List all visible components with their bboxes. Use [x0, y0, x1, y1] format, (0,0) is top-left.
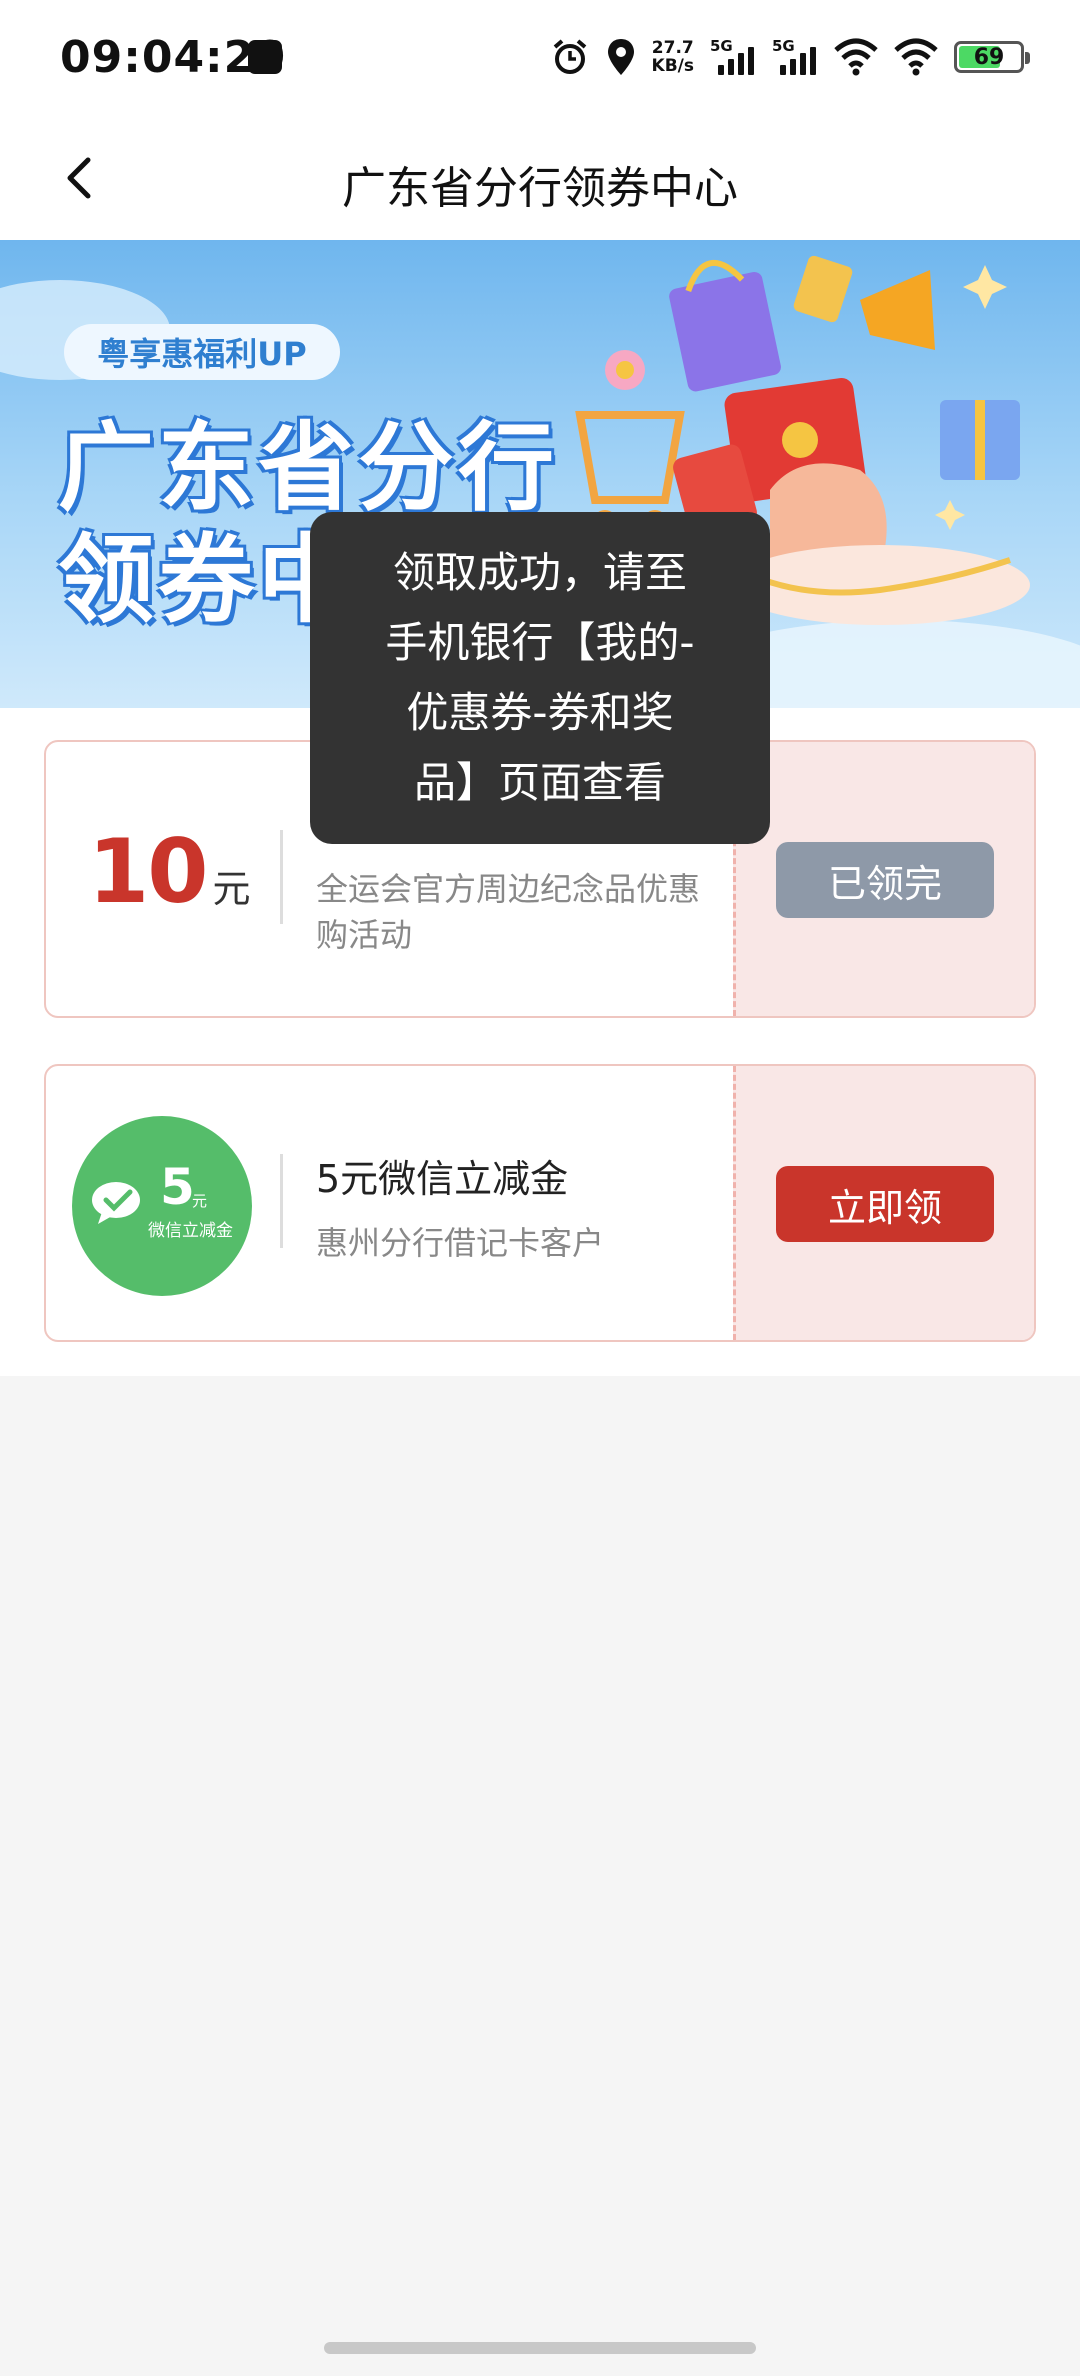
battery-icon: 69: [954, 41, 1030, 73]
coupon-amount-value: 10: [88, 820, 208, 923]
net-speed-unit: KB/s: [651, 56, 694, 76]
coupon-action-area: 已领完: [733, 742, 1034, 1016]
coupon-title: 5元微信立减金: [316, 1157, 569, 1201]
wifi-icon: [894, 38, 938, 76]
wechat-amount-unit: 元: [192, 1192, 208, 1210]
toast-line: 优惠券-券和奖: [406, 688, 674, 737]
status-bar: 09:04:29 27.7 KB/s 5G 5G 69: [0, 0, 1080, 118]
page-title: 广东省分行领券中心: [342, 163, 738, 214]
net-speed-value: 27.7: [651, 38, 694, 58]
wechat-icon: [92, 1182, 140, 1224]
signal-icon: 5G: [710, 37, 756, 77]
coupon-action-area: 立即领: [733, 1066, 1034, 1340]
coupon-amount: 10 元: [88, 820, 250, 923]
banner-badge: 粤享惠福利UP: [64, 324, 340, 380]
coupon-subtitle: 惠州分行借记卡客户: [316, 1224, 605, 1262]
battery-percent: 69: [973, 44, 1005, 70]
coupon-divider: [280, 830, 283, 924]
toast-line: 领取成功，请至: [392, 548, 687, 597]
coupon-divider: [280, 1154, 283, 1248]
success-toast: 领取成功，请至 手机银行【我的- 优惠券-券和奖 品】页面查看: [310, 512, 770, 844]
location-icon: [607, 39, 634, 75]
toast-line: 手机银行【我的-: [385, 618, 695, 667]
nav-bar: 广东省分行领券中心: [0, 118, 1080, 240]
wechat-coupon-icon: 5 元 微信立减金: [72, 1116, 252, 1296]
status-icons: 27.7 KB/s 5G 5G 69: [550, 34, 1030, 80]
home-indicator[interactable]: [324, 2342, 756, 2354]
sim2-type: 5G: [772, 37, 795, 55]
net-speed: 27.7 KB/s: [652, 39, 694, 75]
sim1-type: 5G: [710, 37, 733, 55]
coupon-description: 全运会官方周边纪念品优惠购活动: [316, 870, 701, 954]
toast-line: 品】页面查看: [413, 758, 666, 807]
claimed-button[interactable]: 已领完: [776, 842, 994, 918]
coupon-amount-unit: 元: [212, 867, 251, 911]
signal-icon: 5G: [772, 37, 818, 77]
alarm-icon: [553, 39, 586, 74]
wechat-amount: 5: [160, 1158, 195, 1216]
coupon-card: 5 元 微信立减金 5元微信立减金 惠州分行借记卡客户 立即领: [44, 1064, 1036, 1342]
app-notification-icon: [248, 40, 282, 74]
wifi-icon: [834, 38, 878, 76]
claim-now-button[interactable]: 立即领: [776, 1166, 994, 1242]
wechat-label: 微信立减金: [148, 1221, 233, 1241]
